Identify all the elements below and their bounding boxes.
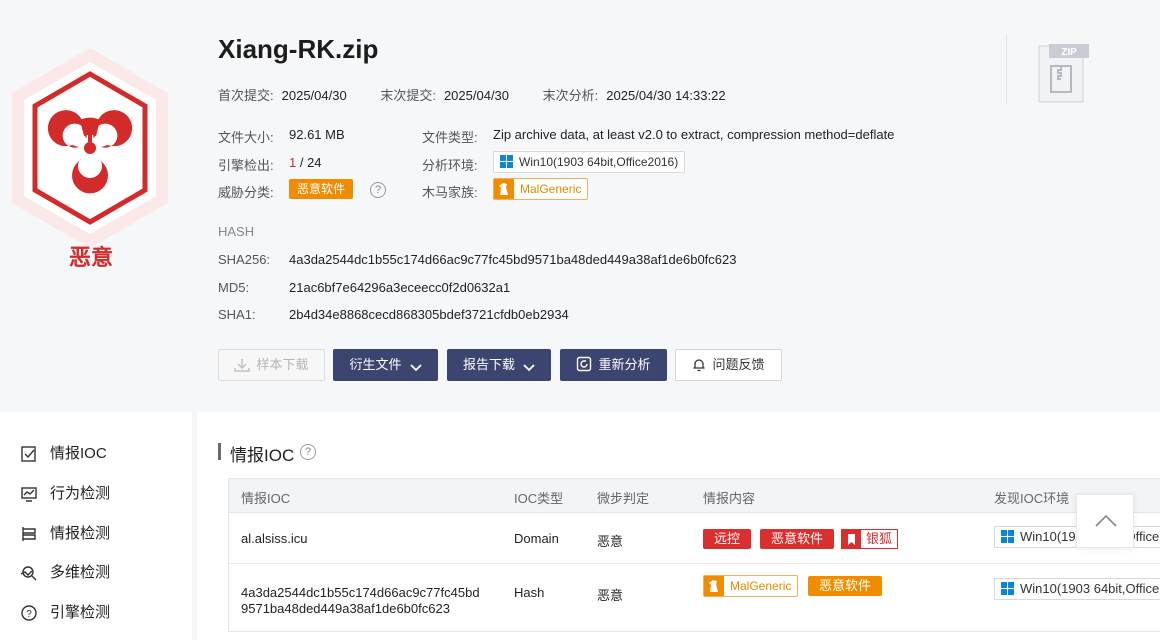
- derived-files-button[interactable]: 衍生文件: [333, 349, 438, 381]
- chevron-up-icon: [1095, 514, 1117, 527]
- family-tag[interactable]: MalGeneric: [493, 178, 589, 200]
- intel-tag[interactable]: 恶意软件: [760, 529, 835, 549]
- back-to-top-button[interactable]: [1076, 494, 1134, 548]
- column-header: 情报IOC: [241, 491, 291, 506]
- env-tag: Win10(1903 64bit,Office2016): [493, 151, 686, 173]
- engine-total: / 24: [296, 155, 322, 170]
- column-header: 情报内容: [703, 491, 756, 506]
- intel-tag[interactable]: 远控: [703, 529, 752, 549]
- type-value: Zip archive data, at least v2.0 to extra…: [493, 127, 895, 142]
- last-analysis-label: 末次分析:: [542, 88, 599, 103]
- ioc-type: Domain: [514, 531, 559, 546]
- ioc-table: 情报IOC IOC类型 微步判定 情报内容 发现IOC环境 al.alsiss.…: [228, 478, 1160, 632]
- hash-heading: HASH: [218, 224, 255, 239]
- bell-icon: [693, 359, 705, 372]
- zip-icon-text: ZIP: [1061, 47, 1077, 58]
- column-header: 微步判定: [597, 491, 650, 506]
- engine-detect-icon: ?: [21, 605, 37, 621]
- env-label: 分析环境:: [422, 158, 478, 173]
- sha1-label: SHA1:: [218, 307, 256, 322]
- intel-tag[interactable]: MalGeneric: [703, 575, 799, 597]
- sha256-label: SHA256:: [218, 252, 271, 267]
- chevron-down-icon: [523, 364, 535, 372]
- trojan-horse-icon: [494, 179, 514, 199]
- bookmark-icon: [842, 530, 861, 548]
- download-sample-button[interactable]: 样本下载: [218, 349, 325, 381]
- column-header: 发现IOC环境: [994, 491, 1070, 506]
- intel-tag[interactable]: 恶意软件: [808, 576, 883, 596]
- last-submit-value: 2025/04/30: [443, 88, 510, 103]
- windows-icon: [1001, 530, 1014, 543]
- intel-detect-icon: [22, 527, 36, 541]
- sha1-value: 2b4d34e8868cecd868305bdef3721cfdb0eb2934: [289, 307, 569, 322]
- ioc-verdict: 恶意: [597, 534, 624, 549]
- family-text: MalGeneric: [520, 182, 582, 196]
- behavior-icon: [21, 487, 37, 502]
- intel-ioc-icon: [21, 446, 36, 462]
- help-icon[interactable]: ?: [370, 182, 386, 198]
- md5-value: 21ac6bf7e64296a3eceecc0f2d0632a1: [289, 280, 511, 295]
- multi-detect-icon: [20, 566, 37, 581]
- threat-tag[interactable]: 恶意软件: [289, 179, 354, 199]
- column-header: IOC类型: [514, 491, 564, 506]
- ioc-type: Hash: [514, 585, 545, 600]
- zip-file-icon: ZIP: [1038, 44, 1089, 103]
- ioc-verdict: 恶意: [597, 588, 624, 603]
- table-header: 情报IOC IOC类型 微步判定 情报内容 发现IOC环境: [229, 479, 1160, 513]
- env-tag: Win10(1903 64bit,Office2016): [994, 578, 1160, 600]
- threat-label: 威胁分类:: [218, 185, 274, 200]
- ioc-value[interactable]: al.alsiss.icu: [241, 531, 307, 546]
- size-value: 92.61 MB: [289, 127, 345, 142]
- malicious-badge: [8, 48, 172, 248]
- first-submit-label: 首次提交:: [218, 88, 274, 103]
- trojan-horse-icon: [704, 576, 724, 596]
- family-label: 木马家族:: [422, 185, 478, 200]
- table-row[interactable]: al.alsiss.icu Domain 恶意 远控 恶意软件 银狐 Win10…: [229, 514, 1160, 564]
- windows-icon: [1001, 582, 1014, 595]
- size-label: 文件大小:: [218, 130, 274, 145]
- intel-tag[interactable]: 银狐: [841, 529, 899, 549]
- env-text: Win10(1903 64bit,Office2016): [519, 155, 679, 169]
- submission-meta: 首次提交: 2025/04/30 末次提交: 2025/04/30 末次分析: 202…: [218, 85, 756, 104]
- table-row[interactable]: 4a3da2544dc1b55c174d66ac9c77fc45bd 9571b…: [229, 565, 1160, 631]
- svg-text:?: ?: [26, 609, 32, 620]
- md5-label: MD5:: [218, 280, 250, 295]
- report-download-button[interactable]: 报告下载: [447, 349, 551, 381]
- verdict-label: 恶意: [68, 245, 113, 270]
- engine-value: 1 / 24: [289, 155, 322, 170]
- ioc-value[interactable]: 4a3da2544dc1b55c174d66ac9c77fc45bd 9571b…: [241, 585, 480, 617]
- engine-label: 引擎检出:: [218, 158, 274, 173]
- section-help-icon[interactable]: ?: [300, 444, 316, 460]
- reanalyze-icon: [577, 356, 592, 372]
- last-submit-label: 末次提交:: [380, 88, 436, 103]
- biohazard-icon: [12, 48, 168, 248]
- chevron-down-icon: [409, 364, 422, 372]
- windows-icon: [500, 155, 513, 168]
- divider: [1006, 34, 1007, 104]
- feedback-button[interactable]: 问题反馈: [675, 349, 782, 381]
- type-label: 文件类型:: [422, 130, 478, 145]
- reanalyze-button[interactable]: 重新分析: [560, 349, 667, 381]
- sha256-value: 4a3da2544dc1b55c174d66ac9c77fc45bd9571ba…: [289, 252, 737, 267]
- section-title: 情报IOC: [218, 441, 294, 466]
- file-name: Xiang-RK.zip: [218, 34, 379, 64]
- first-submit-value: 2025/04/30: [281, 88, 347, 103]
- last-analysis-value: 2025/04/30 14:33:22: [606, 88, 726, 103]
- download-icon: [234, 359, 251, 372]
